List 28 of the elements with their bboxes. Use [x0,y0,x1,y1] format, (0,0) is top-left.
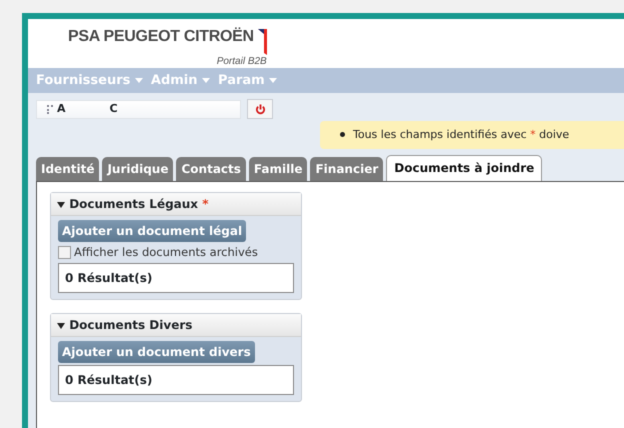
add-document-button[interactable]: Ajouter un document divers [58,341,255,364]
tab[interactable]: Juridique [102,157,174,181]
logo-flag-icon [258,29,267,55]
logout-button[interactable] [247,99,273,119]
caret-icon [202,78,210,83]
user-name-text: C [110,100,118,117]
tab[interactable]: Documents à joindre [386,155,542,181]
user-name-text: A [57,100,66,117]
brand-name: PSA PEUGEOT CITROËN [68,29,254,45]
archive-checkbox[interactable]: Afficher les documents archivés [58,244,294,262]
section-header[interactable]: Documents Légaux * [51,193,301,216]
collapse-icon [57,202,65,208]
user-icon [47,104,53,114]
notice-text: Tous les champs identifiés avec * doive [340,126,570,144]
add-document-button[interactable]: Ajouter un document légal [58,220,246,242]
results-count: 0 Résultat(s) [58,263,294,294]
results-count: 0 Résultat(s) [58,365,294,396]
tab[interactable]: Financier [310,157,384,181]
bullet-icon [340,132,345,138]
tab[interactable]: Identité [36,157,100,181]
portal-subtitle: Portail B2B [216,55,267,68]
collapse-icon [57,322,65,329]
caret-icon [269,78,278,83]
tab[interactable]: Famille [248,157,308,181]
section-header[interactable]: Documents Divers [51,314,301,338]
caret-icon [134,78,143,83]
tab[interactable]: Contacts [176,157,246,181]
power-icon [254,104,266,114]
